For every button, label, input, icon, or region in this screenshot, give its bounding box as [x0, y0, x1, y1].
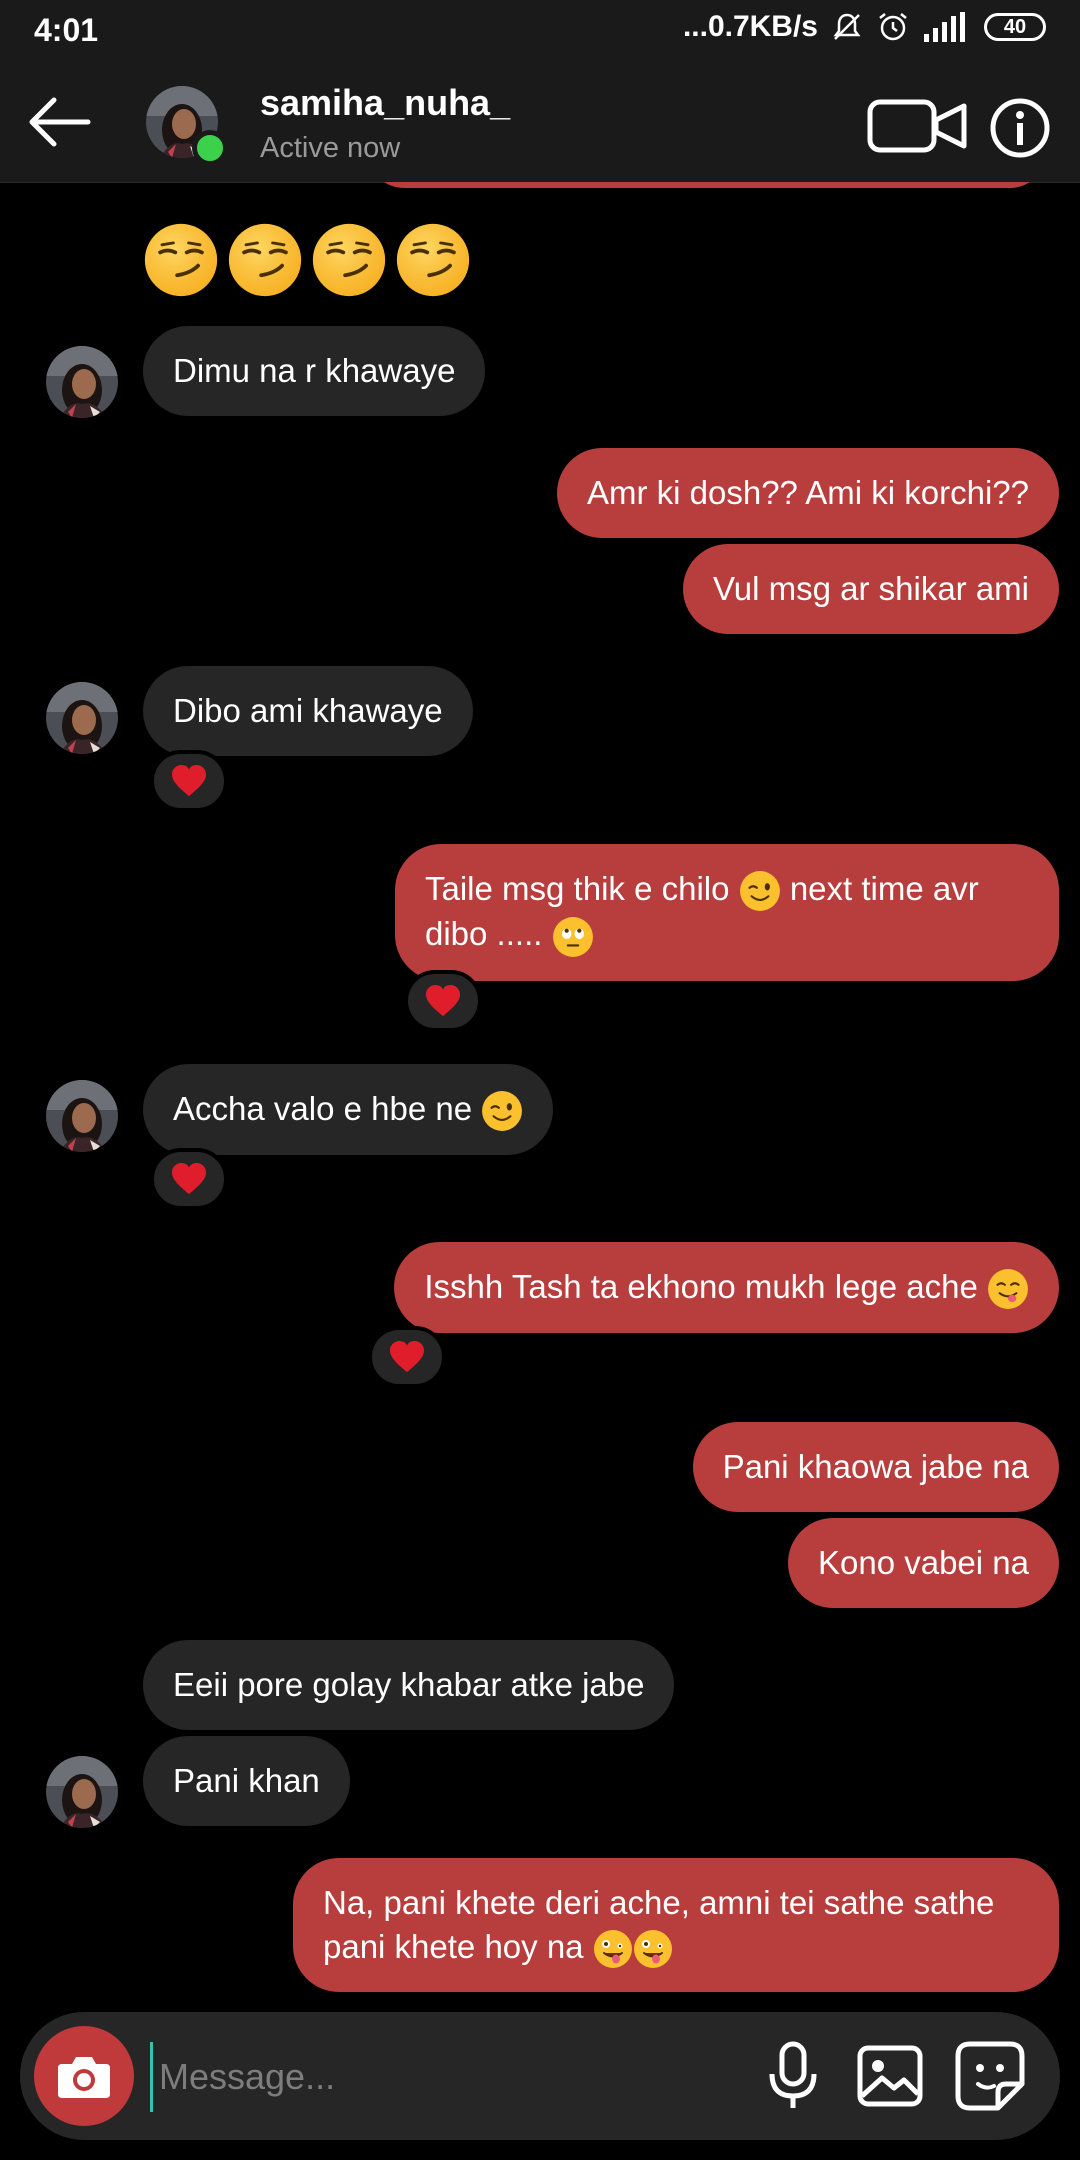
- message-composer: [20, 2012, 1060, 2140]
- outgoing-message[interactable]: Kono vabei na: [787, 1518, 1059, 1608]
- smirk-emoji-icon: [395, 222, 471, 298]
- avatar-image: [46, 346, 118, 418]
- image-icon[interactable]: [852, 2038, 928, 2114]
- message-text: pani khete hoy na: [323, 1928, 584, 1965]
- sender-avatar[interactable]: [46, 1756, 118, 1828]
- message-text: Na, pani khete deri ache, amni tei sathe…: [323, 1884, 995, 1921]
- smirk-emoji-icon: [311, 222, 387, 298]
- incoming-message[interactable]: Dibo ami khawaye: [143, 666, 473, 756]
- incoming-message[interactable]: Accha valo e hbe ne: [143, 1064, 554, 1156]
- signal-icon: [924, 12, 965, 42]
- message-text: Amr ki dosh?? Ami ki korchi??: [586, 474, 1029, 511]
- chat-header: samiha_nuha_ Active now: [0, 62, 1080, 183]
- header-active-status: Active now: [260, 132, 401, 164]
- heart-icon: [424, 984, 462, 1018]
- message-list[interactable]: Dimu na r khawaye Amr ki dosh?? Ami ki k…: [0, 182, 1080, 2012]
- emoji-message[interactable]: [143, 222, 471, 298]
- sender-avatar[interactable]: [46, 346, 118, 418]
- heart-icon: [388, 1340, 426, 1374]
- outgoing-message[interactable]: Taile msg thik e chilo next time avr dib…: [395, 844, 1059, 981]
- avatar-image: [46, 682, 118, 754]
- message-input[interactable]: [150, 2042, 741, 2112]
- avatar-image: [46, 1756, 118, 1828]
- info-icon[interactable]: [988, 96, 1052, 160]
- zany-face-emoji-icon: [633, 1929, 673, 1969]
- sender-avatar[interactable]: [46, 682, 118, 754]
- incoming-message[interactable]: Dimu na r khawaye: [143, 326, 486, 416]
- sender-avatar[interactable]: [46, 1080, 118, 1152]
- heart-reaction[interactable]: [150, 1148, 228, 1210]
- heart-reaction[interactable]: [368, 1326, 446, 1388]
- previous-message-bubble[interactable]: [368, 182, 1046, 188]
- message-text: Accha valo e hbe ne: [173, 1090, 473, 1127]
- network-speed: ...0.7KB/s: [682, 10, 818, 43]
- message-text: Isshh Tash ta ekhono mukh lege ache: [424, 1268, 978, 1305]
- status-bar: 4:01 ...0.7KB/s 40: [0, 0, 1080, 62]
- back-arrow-icon[interactable]: [24, 90, 94, 154]
- message-text: Kono vabei na: [817, 1544, 1029, 1581]
- smirk-emoji-icon: [227, 222, 303, 298]
- incoming-message[interactable]: Pani khan: [143, 1736, 350, 1826]
- heart-icon: [170, 1162, 208, 1196]
- zany-face-emoji-icon: [593, 1929, 633, 1969]
- outgoing-message[interactable]: Vul msg ar shikar ami: [682, 544, 1059, 634]
- message-text: Pani khan: [173, 1762, 320, 1799]
- avatar-image: [46, 1080, 118, 1152]
- alarm-icon: [879, 13, 907, 41]
- heart-icon: [170, 764, 208, 798]
- battery-icon: 40: [984, 13, 1046, 41]
- outgoing-message[interactable]: Pani khaowa jabe na: [692, 1422, 1059, 1512]
- eye-roll-emoji-icon: [552, 916, 594, 958]
- video-camera-icon[interactable]: [866, 96, 970, 156]
- status-time: 4:01: [34, 12, 99, 48]
- microphone-icon[interactable]: [755, 2038, 831, 2114]
- outgoing-message[interactable]: Isshh Tash ta ekhono mukh lege ache: [394, 1242, 1059, 1334]
- online-indicator: [192, 130, 228, 166]
- wink-emoji-icon: [481, 1090, 523, 1132]
- message-text: Eeii pore golay khabar atke jabe: [173, 1666, 645, 1703]
- mute-icon: [833, 13, 861, 40]
- sticker-icon[interactable]: [950, 2036, 1030, 2116]
- message-text: next time avr: [789, 870, 979, 907]
- message-text: Dibo ami khawaye: [173, 692, 443, 729]
- message-text: Taile msg thik e chilo: [425, 870, 730, 907]
- message-text: dibo .....: [425, 915, 543, 953]
- status-icons: ...0.7KB/s 40: [683, 10, 1046, 44]
- message-text: Pani khaowa jabe na: [722, 1448, 1029, 1485]
- heart-reaction[interactable]: [150, 750, 228, 812]
- header-avatar[interactable]: [146, 86, 228, 166]
- heart-reaction[interactable]: [404, 970, 482, 1032]
- wink-emoji-icon: [739, 870, 781, 912]
- message-text: Vul msg ar shikar ami: [712, 570, 1029, 607]
- incoming-message[interactable]: Eeii pore golay khabar atke jabe: [143, 1640, 675, 1730]
- camera-icon: [58, 2057, 110, 2098]
- message-text: Dimu na r khawaye: [173, 352, 456, 389]
- yum-emoji-icon: [987, 1268, 1029, 1310]
- camera-button[interactable]: [34, 2026, 134, 2126]
- outgoing-message[interactable]: Na, pani khete deri ache, amni tei sathe…: [293, 1858, 1059, 1993]
- outgoing-message[interactable]: Amr ki dosh?? Ami ki korchi??: [556, 448, 1059, 538]
- header-username[interactable]: samiha_nuha_: [260, 82, 510, 124]
- smirk-emoji-icon: [143, 222, 219, 298]
